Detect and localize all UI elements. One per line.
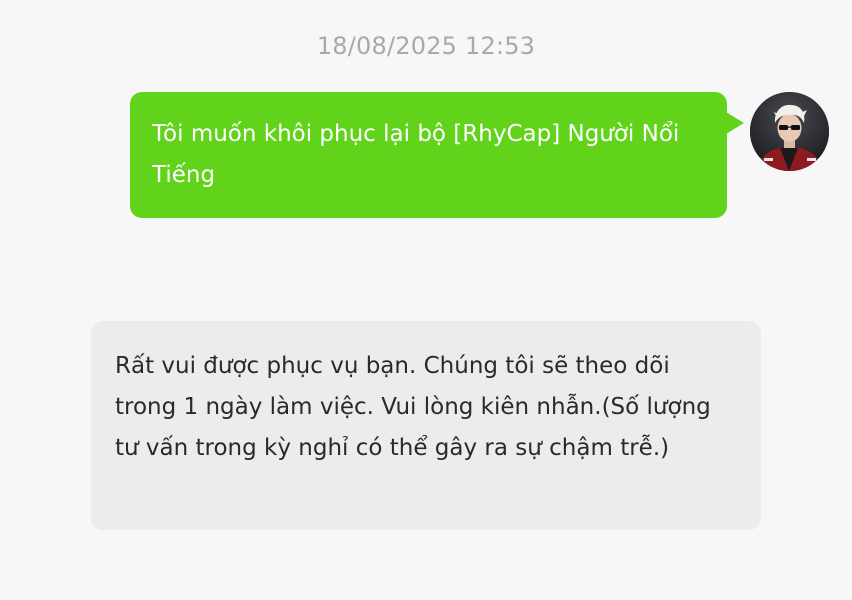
message-timestamp: 18/08/2025 12:53 <box>316 32 536 60</box>
user-avatar-icon[interactable] <box>750 92 829 171</box>
outgoing-message-row: Tôi muốn khôi phục lại bộ [RhyCap] Người… <box>130 92 830 220</box>
outgoing-message-text: Tôi muốn khôi phục lại bộ [RhyCap] Người… <box>152 121 680 188</box>
bubble-tail <box>726 112 744 134</box>
outgoing-message-bubble[interactable]: Tôi muốn khôi phục lại bộ [RhyCap] Người… <box>130 92 727 218</box>
incoming-message-bubble[interactable]: Rất vui được phục vụ bạn. Chúng tôi sẽ t… <box>91 321 761 530</box>
incoming-message-text: Rất vui được phục vụ bạn. Chúng tôi sẽ t… <box>115 353 711 461</box>
avatar-image <box>750 92 829 171</box>
